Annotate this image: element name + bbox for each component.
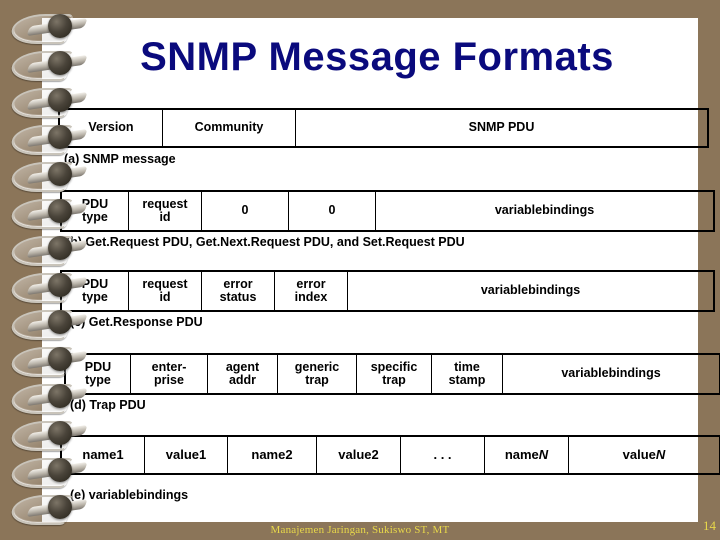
format-table-c: PDU type request id error status error i… [60,270,715,312]
footer-text: Manajemen Jaringan, Sukiswo ST, MT [270,524,450,536]
caption-b: (b) Get.Request PDU, Get.Next.Request PD… [66,235,465,249]
field-cell-snmp-pdu: SNMP PDU [295,108,709,148]
format-table-a: Version Community SNMP PDU [58,108,709,148]
caption-c: (c) Get.Response PDU [70,315,203,329]
table-row: name1 value1 name2 value2 . . . nameN va… [60,435,720,475]
format-block-trap-pdu: PDU type enter- prise agent addr generic… [64,353,720,413]
field-cell-time-stamp: time stamp [431,353,503,395]
format-block-snmp-message: Version Community SNMP PDU (a) SNMP mess… [58,108,709,167]
field-cell-error-index: error index [274,270,348,312]
slide: SNMP Message Formats Version Community S… [0,0,720,540]
caption-d: (d) Trap PDU [70,398,146,412]
page-number: 14 [703,518,716,533]
field-cell-variablebindings: variablebindings [347,270,715,312]
format-table-e: name1 value1 name2 value2 . . . nameN va… [60,435,720,475]
field-cell-value-n: valueN [568,435,720,475]
field-cell-ellipsis: . . . [400,435,485,475]
table-row: PDU type request id 0 0 variablebindings [60,190,715,232]
field-cell-error-status: error status [201,270,275,312]
field-cell-pdu-type: PDU type [60,190,129,232]
format-block-get-request-pdu: PDU type request id 0 0 variablebindings… [60,190,715,250]
table-row: Version Community SNMP PDU [58,108,709,148]
format-block-variablebindings: name1 value1 name2 value2 . . . nameN va… [60,435,720,503]
field-cell-generic-trap: generic trap [277,353,357,395]
table-row: PDU type enter- prise agent addr generic… [64,353,720,395]
field-cell-name2: name2 [227,435,317,475]
field-cell-variablebindings: variablebindings [502,353,720,395]
field-cell-value1: value1 [144,435,228,475]
field-cell-zero-1: 0 [201,190,289,232]
field-cell-pdu-type: PDU type [64,353,131,395]
format-block-get-response-pdu: PDU type request id error status error i… [60,270,715,330]
field-cell-version: Version [58,108,163,148]
field-cell-request-id: request id [128,270,202,312]
field-cell-community: Community [162,108,296,148]
field-cell-pdu-type: PDU type [60,270,129,312]
field-cell-specific-trap: specific trap [356,353,432,395]
field-cell-name1: name1 [60,435,145,475]
format-table-b: PDU type request id 0 0 variablebindings [60,190,715,232]
field-cell-enterprise: enter- prise [130,353,208,395]
caption-a: (a) SNMP message [64,152,176,166]
field-cell-name-n: nameN [484,435,569,475]
field-cell-request-id: request id [128,190,202,232]
page-title: SNMP Message Formats [140,35,614,79]
field-cell-agent-addr: agent addr [207,353,278,395]
field-cell-variablebindings: variablebindings [375,190,715,232]
table-row: PDU type request id error status error i… [60,270,715,312]
format-table-d: PDU type enter- prise agent addr generic… [64,353,720,395]
caption-e: (e) variablebindings [70,488,189,502]
field-cell-zero-2: 0 [288,190,376,232]
field-cell-value2: value2 [316,435,401,475]
